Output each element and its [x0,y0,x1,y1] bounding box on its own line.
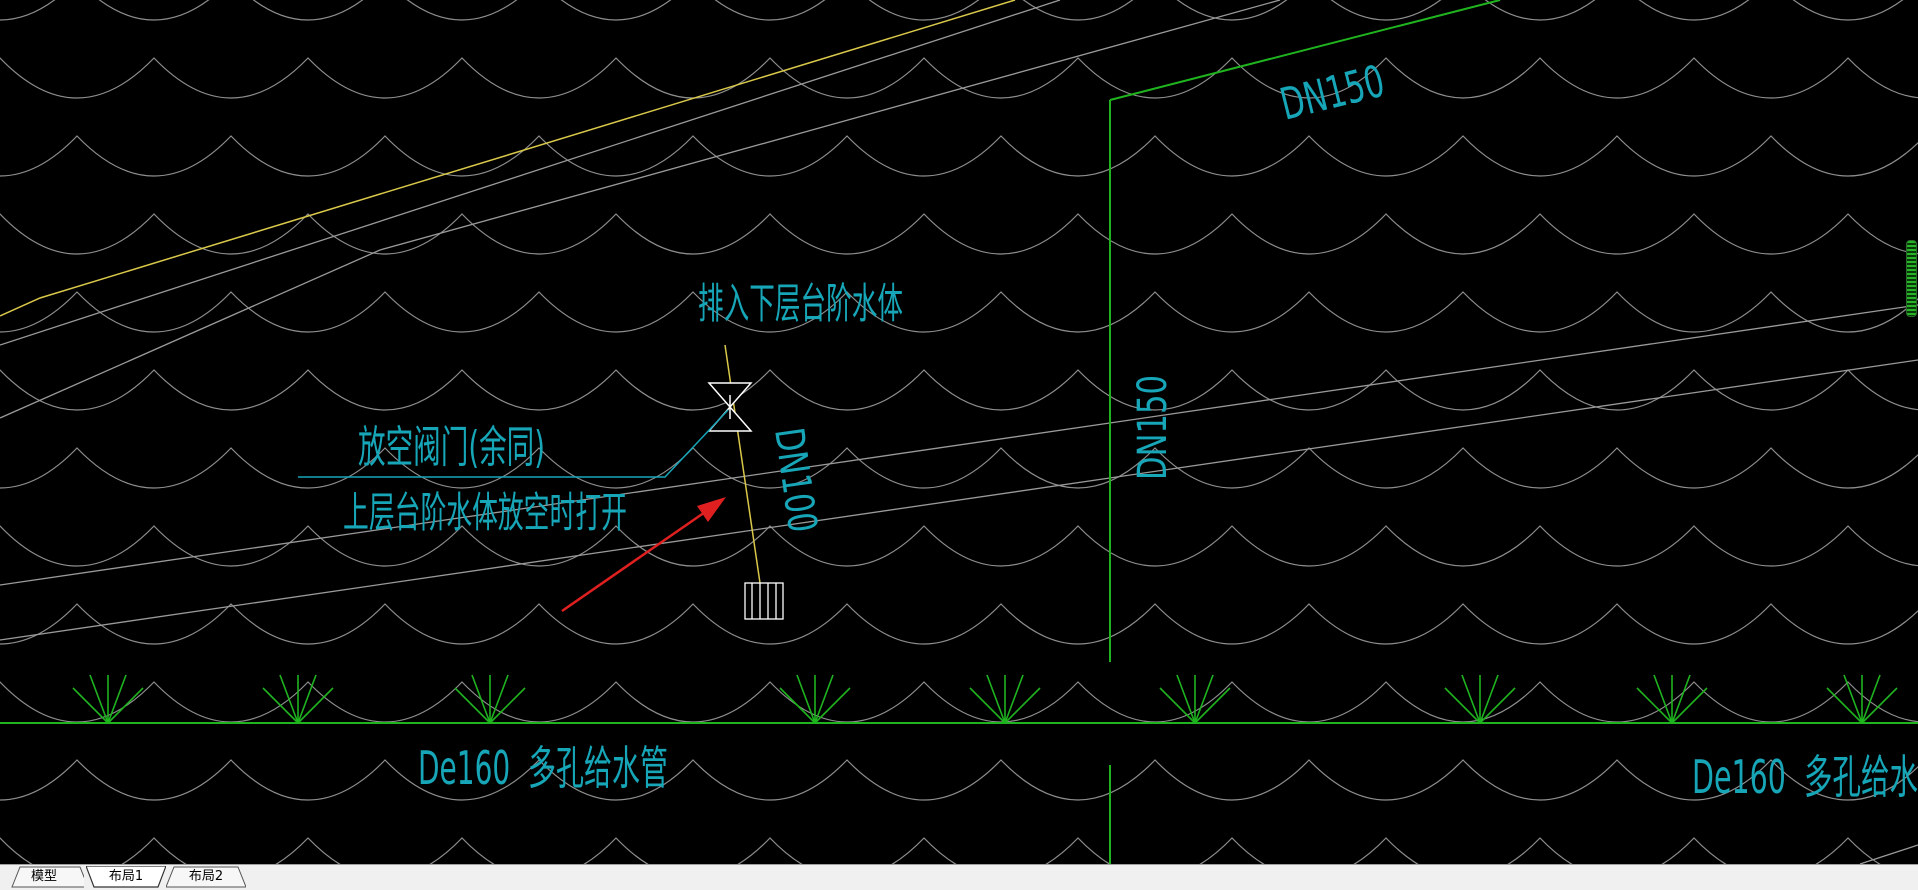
tab-model[interactable]: 模型 [4,866,84,888]
hatch-pattern [0,0,1918,864]
main-pipe-label-left: De160 多孔给水管 [418,741,668,795]
tab-layout1[interactable]: 布局1 [86,866,166,888]
discharge-label: 排入下层台阶水体 [698,279,903,328]
pipe-label-dn100: DN100 [765,425,825,535]
pipe-label-dn150-top: DN150 [1275,56,1389,131]
terrain-lines [0,0,1918,864]
main-pipe-label-right: De160 多孔给水 [1692,750,1918,804]
branch-pipe [707,344,784,620]
outlet-grate-icon [744,582,784,620]
drawing-canvas[interactable]: DN150 DN150 DN100 排入下层台阶水体 放空阀门(余同) 上层台阶… [0,0,1918,864]
green-pipes [0,0,1918,864]
valve-label-line1: 放空阀门(余同) [358,422,545,473]
layout-tab-bar: 模型 布局1 布局2 [0,864,1918,890]
tab-layout2[interactable]: 布局2 [166,866,246,888]
scroll-indicator[interactable] [1906,240,1917,317]
sprinkler-fans [72,674,1898,724]
pipe-label-dn150-vertical: DN150 [1130,375,1176,480]
boundary-yellow-line [0,0,1016,317]
valve-label-line2: 上层台阶水体放空时打开 [343,488,627,537]
cad-drawing[interactable]: DN150 DN150 DN100 排入下层台阶水体 放空阀门(余同) 上层台阶… [0,0,1918,864]
